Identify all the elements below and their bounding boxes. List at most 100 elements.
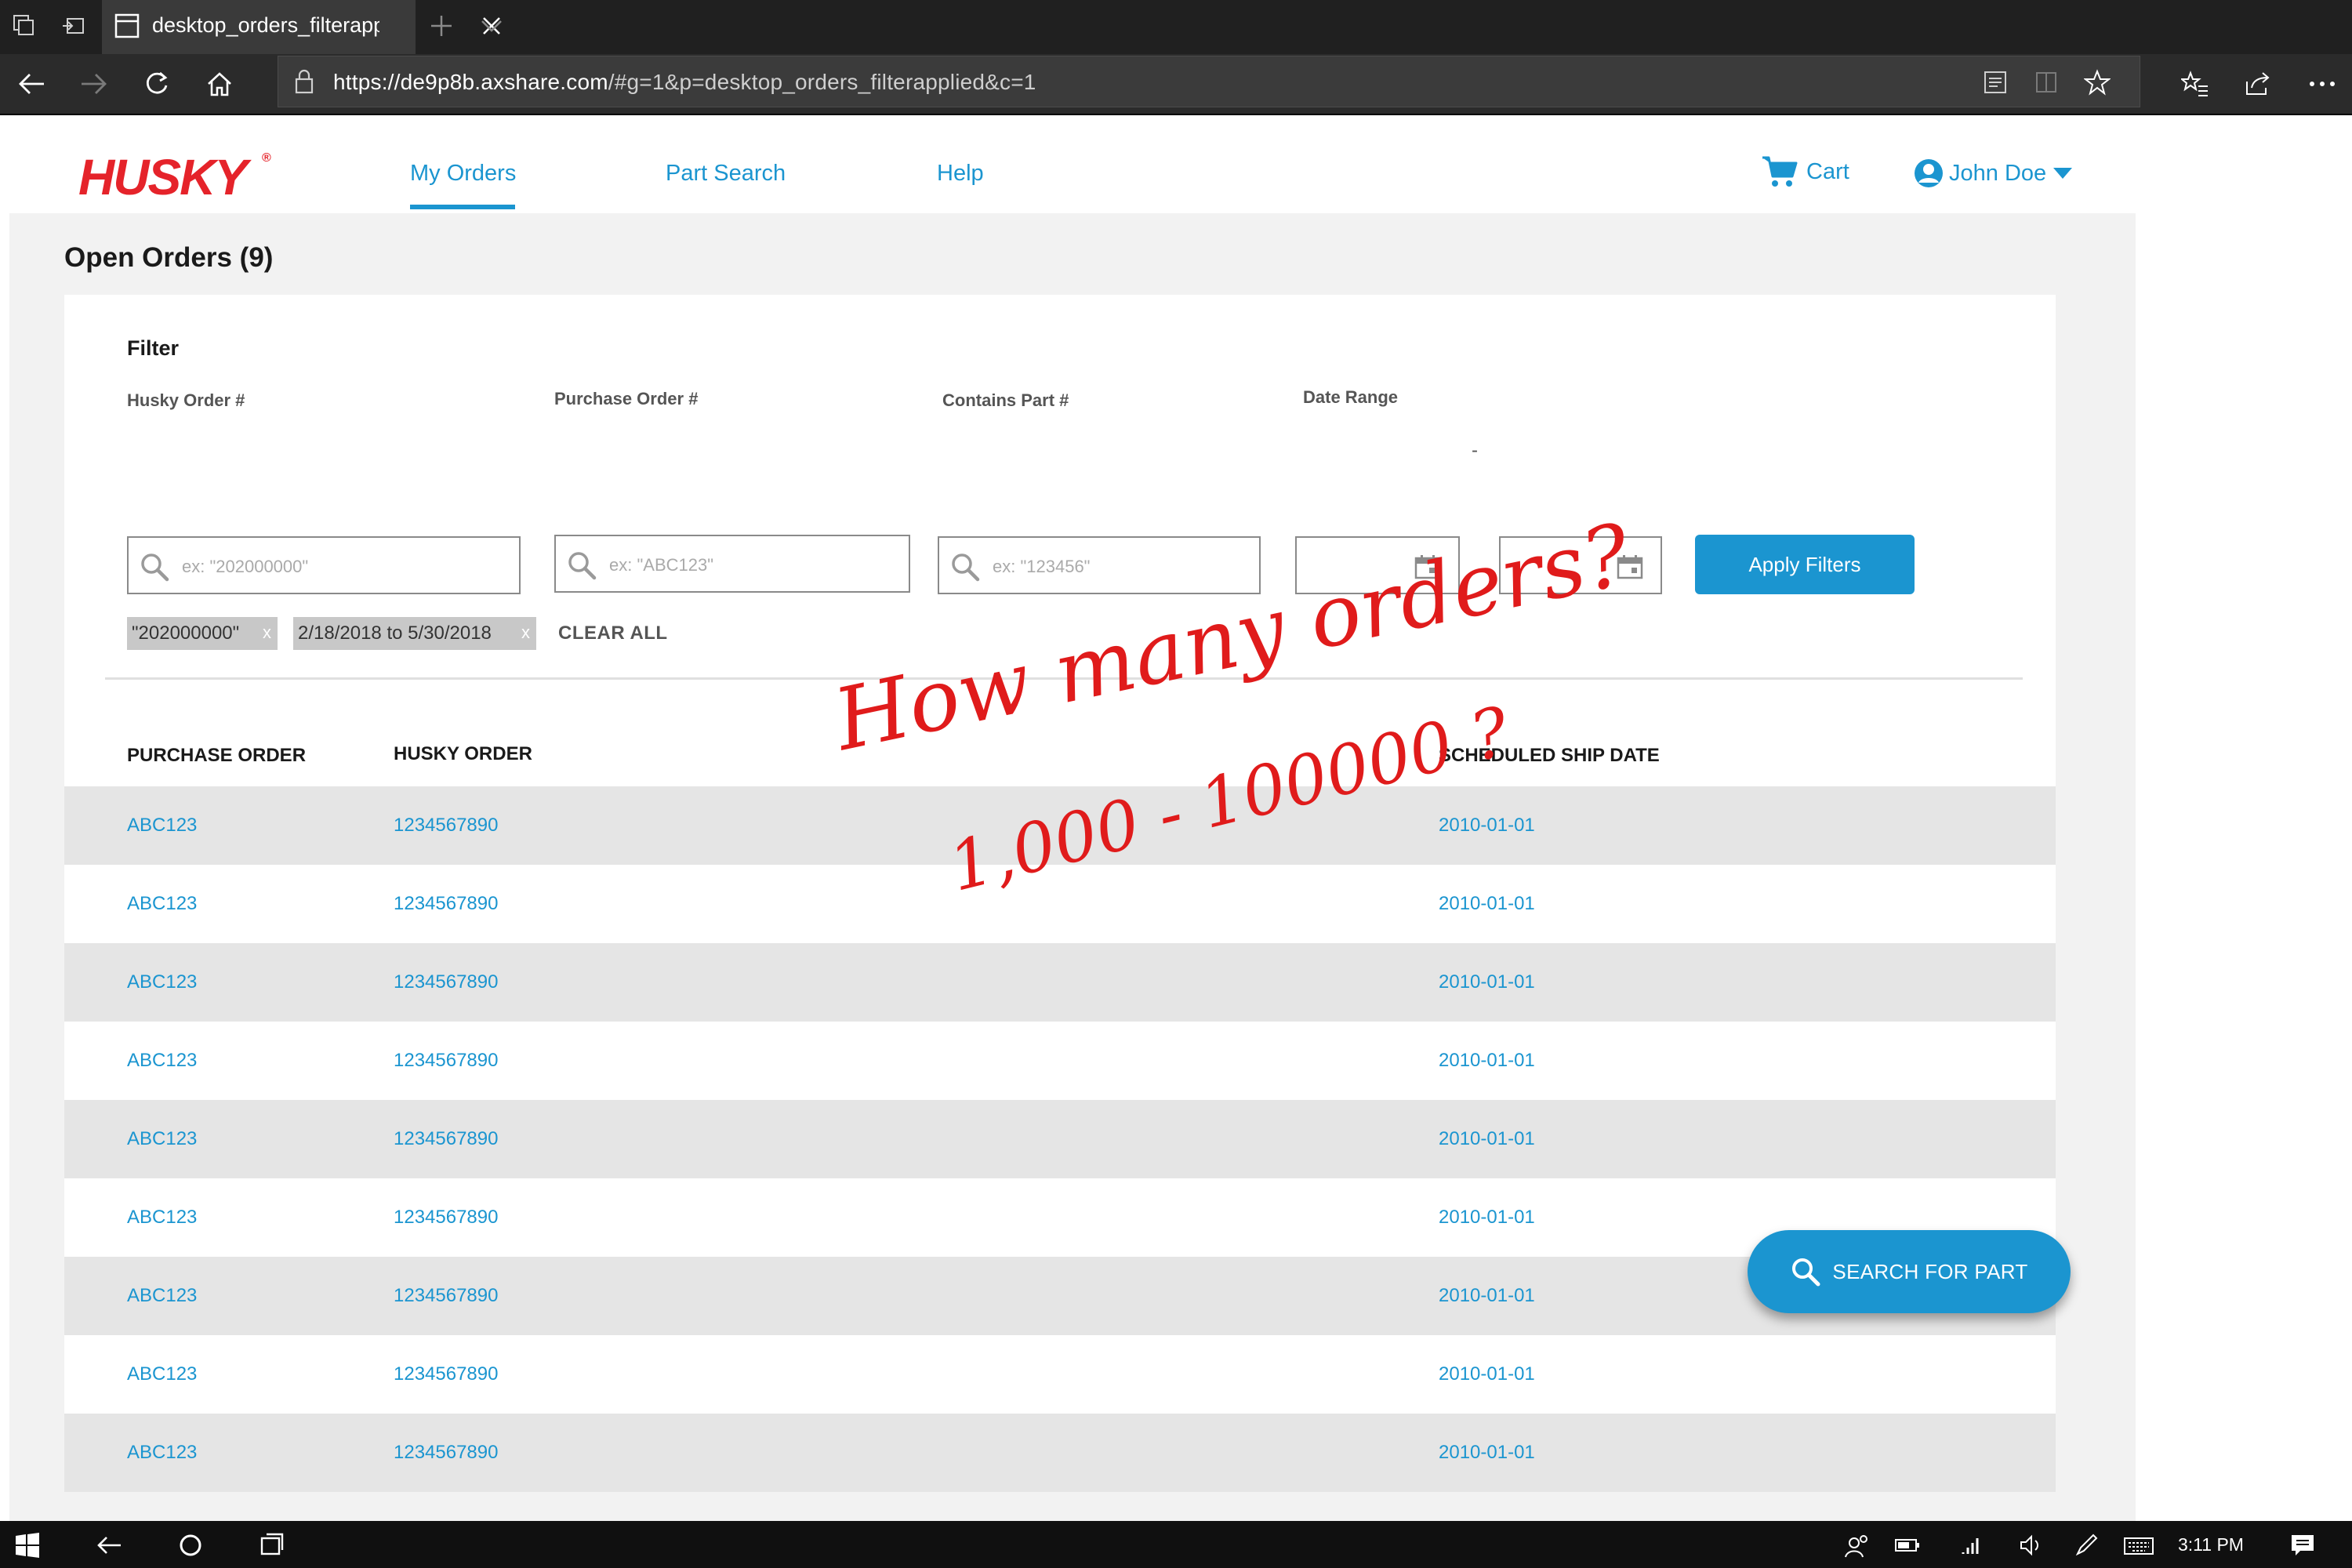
date-range-label: Date Range	[1303, 387, 1399, 407]
husky-order-label: Husky Order #	[127, 390, 245, 410]
ship-date: 2010-01-01	[1439, 1128, 1535, 1149]
husky-order-link[interactable]: 1234567890	[394, 1363, 498, 1385]
purchase-order-link[interactable]: ABC123	[127, 971, 197, 993]
windows-icon[interactable]	[14, 1532, 41, 1559]
filter-title: Filter	[127, 336, 180, 360]
purchase-order-link[interactable]: ABC123	[127, 1050, 197, 1072]
notification-icon[interactable]	[2289, 1532, 2316, 1559]
nav-my-orders[interactable]: My Orders	[410, 161, 516, 187]
clock[interactable]: 3:11 PM	[2178, 1534, 2244, 1555]
book-icon[interactable]	[2031, 67, 2062, 97]
people-icon[interactable]	[1844, 1532, 1871, 1559]
filter-chip-label: "202000000"	[132, 622, 240, 644]
lock-icon	[295, 69, 314, 94]
tab-groups-icon[interactable]	[11, 13, 38, 39]
col-header-purchase-order[interactable]: PURCHASE ORDER	[127, 745, 306, 767]
tab-list-chevron-icon[interactable]	[478, 14, 505, 38]
back-icon[interactable]	[96, 1532, 122, 1559]
user-menu[interactable]: John Doe	[1913, 156, 2073, 191]
favorite-star-icon[interactable]	[2082, 67, 2113, 97]
purchase-order-placeholder: ex: "ABC123"	[609, 555, 714, 575]
page-title: Open Orders (9)	[64, 242, 274, 273]
husky-order-link[interactable]: 1234567890	[394, 971, 498, 993]
chevron-down-icon	[2053, 168, 2073, 179]
table-row: ABC123 1234567890 2010-01-01	[64, 1335, 2056, 1414]
cortana-icon[interactable]	[177, 1532, 204, 1559]
volume-icon[interactable]	[2018, 1532, 2045, 1559]
set-aside-tabs-icon[interactable]	[60, 13, 86, 39]
purchase-order-link[interactable]: ABC123	[127, 1207, 197, 1229]
husky-order-link[interactable]: 1234567890	[394, 815, 498, 837]
windows-taskbar: 3:11 PM	[0, 1521, 2352, 1568]
ship-date: 2010-01-01	[1439, 893, 1535, 914]
active-nav-indicator	[410, 205, 515, 209]
remove-chip-icon[interactable]: x	[263, 622, 271, 643]
date-start-input[interactable]	[1295, 536, 1460, 594]
purchase-order-link[interactable]: ABC123	[127, 1128, 197, 1150]
user-icon	[1915, 159, 1943, 187]
contains-part-input[interactable]: ex: "123456"	[938, 536, 1261, 594]
search-for-part-label: SEARCH FOR PART	[1832, 1259, 2028, 1283]
remove-chip-icon[interactable]: x	[521, 622, 530, 643]
orders-table-body: ABC123 1234567890 2010-01-01 ABC123 1234…	[64, 786, 2056, 1492]
url-path: /#g=1&p=desktop_orders_filterapplied&c=1	[608, 70, 1036, 94]
search-icon	[141, 554, 169, 582]
more-icon[interactable]	[2307, 70, 2338, 98]
husky-order-link[interactable]: 1234567890	[394, 1128, 498, 1150]
task-view-icon[interactable]	[259, 1532, 285, 1559]
apply-filters-button[interactable]: Apply Filters	[1695, 535, 1915, 594]
filter-chip-date-range: 2/18/2018 to 5/30/2018 x	[293, 617, 536, 650]
husky-order-link[interactable]: 1234567890	[394, 1050, 498, 1072]
wifi-icon[interactable]	[1960, 1532, 1987, 1559]
date-range-separator: -	[1472, 440, 1478, 461]
col-header-husky-order[interactable]: HUSKY ORDER	[394, 743, 532, 765]
share-icon[interactable]	[2242, 70, 2274, 98]
search-icon	[568, 552, 597, 580]
new-tab-icon[interactable]	[428, 13, 455, 39]
calendar-icon[interactable]	[1414, 554, 1441, 579]
search-icon	[1792, 1258, 1820, 1287]
husky-order-input[interactable]: ex: "202000000"	[127, 536, 521, 594]
nav-part-search[interactable]: Part Search	[666, 161, 786, 187]
cart-icon	[1762, 156, 1798, 187]
purchase-order-link[interactable]: ABC123	[127, 893, 197, 915]
home-icon[interactable]	[204, 68, 235, 100]
reading-mode-icon[interactable]	[1980, 67, 2011, 97]
search-for-part-button[interactable]: SEARCH FOR PART	[1748, 1230, 2071, 1313]
purchase-order-link[interactable]: ABC123	[127, 1363, 197, 1385]
table-row: ABC123 1234567890 2010-01-01	[64, 943, 2056, 1022]
ship-date: 2010-01-01	[1439, 1285, 1535, 1306]
user-name: John Doe	[1949, 160, 2047, 186]
cart-label: Cart	[1806, 158, 1849, 184]
browser-tab-active[interactable]: desktop_orders_filterapp	[102, 0, 500, 54]
col-header-ship-date[interactable]: SCHEDULED SHIP DATE	[1439, 745, 1660, 767]
pen-icon[interactable]	[2073, 1532, 2100, 1559]
ship-date: 2010-01-01	[1439, 1050, 1535, 1071]
purchase-order-link[interactable]: ABC123	[127, 1285, 197, 1307]
husky-order-link[interactable]: 1234567890	[394, 1207, 498, 1229]
husky-logo[interactable]: HUSKY	[78, 148, 248, 206]
husky-order-placeholder: ex: "202000000"	[182, 557, 309, 576]
table-row: ABC123 1234567890 2010-01-01	[64, 1414, 2056, 1492]
keyboard-icon[interactable]	[2122, 1532, 2156, 1559]
cart-link[interactable]: Cart	[1761, 154, 1849, 189]
ship-date: 2010-01-01	[1439, 815, 1535, 836]
ship-date: 2010-01-01	[1439, 1207, 1535, 1228]
address-bar[interactable]: https://de9p8b.axshare.com/#g=1&p=deskto…	[278, 56, 2140, 107]
forward-icon[interactable]	[78, 70, 110, 98]
ship-date: 2010-01-01	[1439, 1442, 1535, 1463]
husky-order-link[interactable]: 1234567890	[394, 1285, 498, 1307]
nav-help[interactable]: Help	[937, 161, 984, 187]
date-end-input[interactable]	[1499, 536, 1662, 594]
battery-icon[interactable]	[1894, 1532, 1921, 1559]
clear-all-button[interactable]: CLEAR ALL	[558, 622, 668, 644]
purchase-order-link[interactable]: ABC123	[127, 1442, 197, 1464]
favorites-list-icon[interactable]	[2180, 70, 2211, 98]
husky-order-link[interactable]: 1234567890	[394, 1442, 498, 1464]
back-icon[interactable]	[16, 70, 47, 98]
husky-order-link[interactable]: 1234567890	[394, 893, 498, 915]
refresh-icon[interactable]	[141, 68, 172, 100]
calendar-icon[interactable]	[1617, 554, 1643, 579]
purchase-order-input[interactable]: ex: "ABC123"	[554, 535, 910, 593]
purchase-order-link[interactable]: ABC123	[127, 815, 197, 837]
